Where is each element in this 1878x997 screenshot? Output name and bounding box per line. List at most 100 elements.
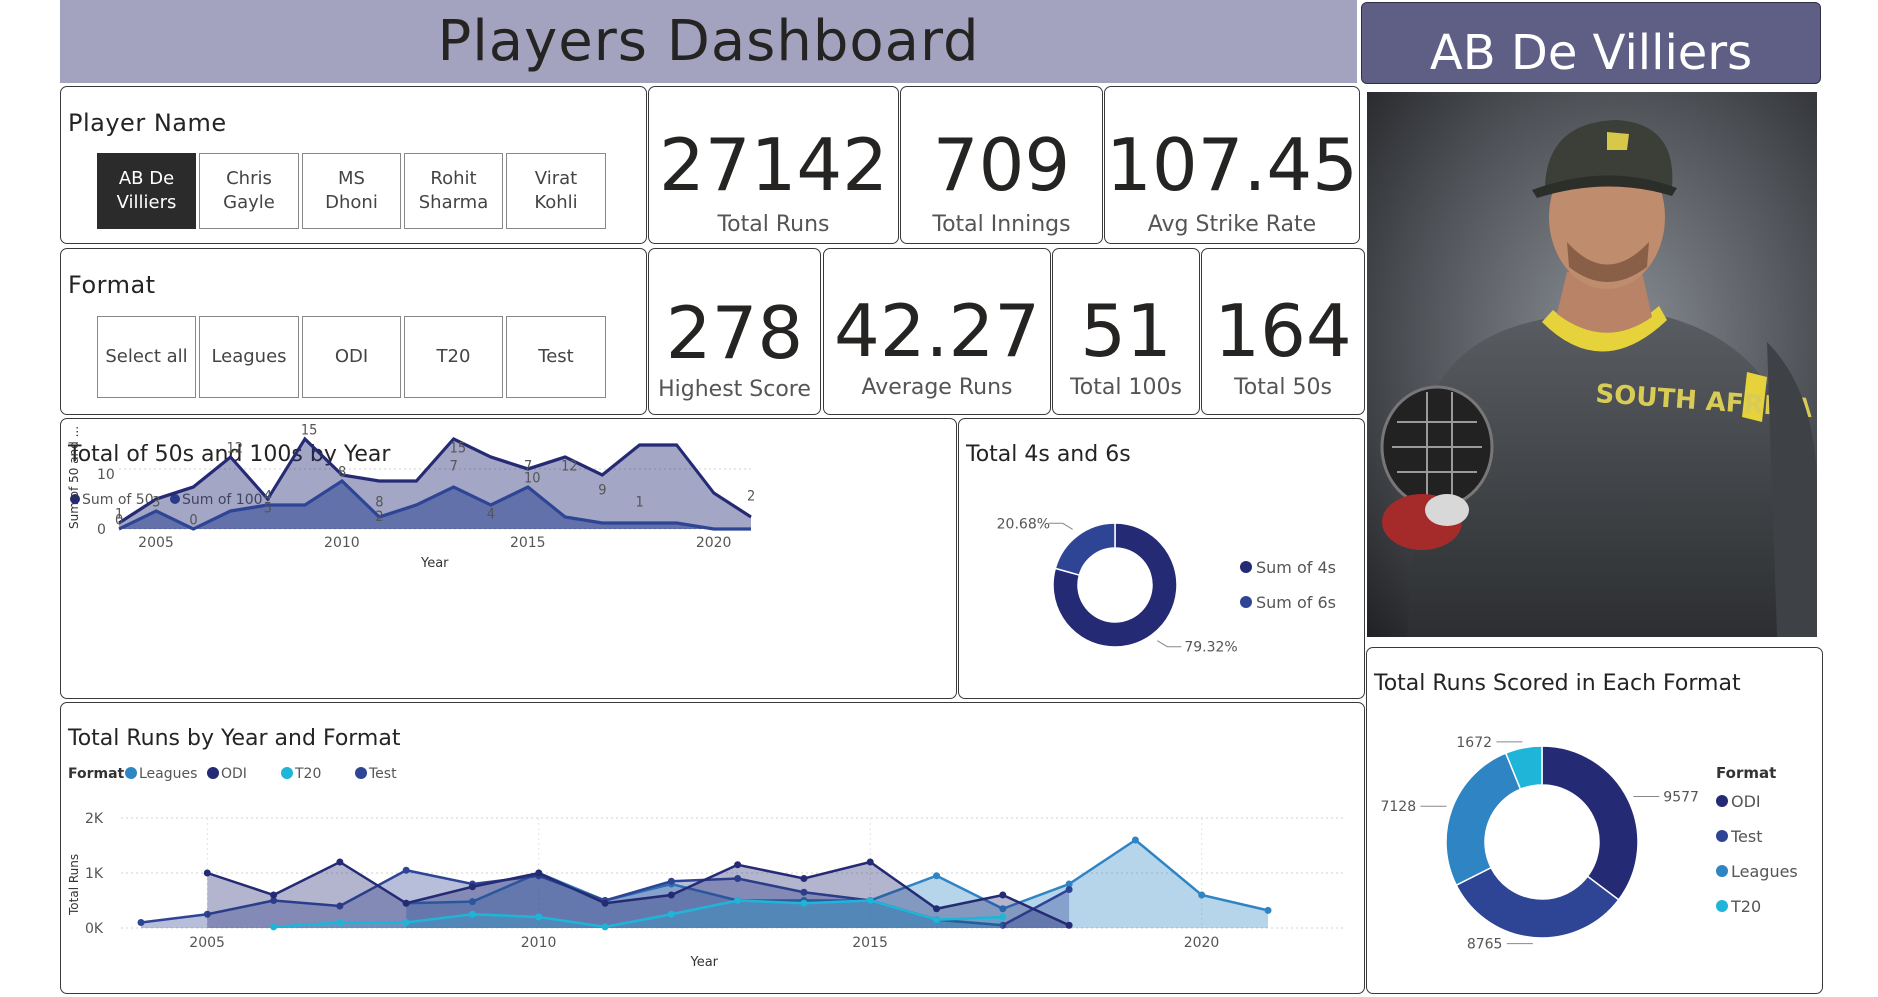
- x-tick-label: 2015: [852, 935, 888, 951]
- legend-label: Sum of 4s: [1256, 558, 1336, 577]
- slice-odi: [1541, 745, 1639, 901]
- legend-marker: [1716, 830, 1728, 842]
- data-label: 7: [450, 458, 458, 475]
- chart-title: Total Runs by Year and Format: [67, 726, 401, 751]
- data-point-t20: [866, 897, 874, 904]
- x-axis-label: Year: [420, 556, 449, 571]
- data-point-odi: [468, 883, 476, 891]
- slice-leader-line: [1157, 640, 1182, 648]
- data-point-odi: [1065, 921, 1073, 929]
- format-slicer-panel: Format Select all Leagues ODI T20 Test: [60, 248, 647, 415]
- player-option-ab-de-villiers[interactable]: AB De Villiers: [97, 153, 196, 229]
- legend-label: T20: [1730, 897, 1761, 916]
- fifties-hundreds-panel: Total of 50s and 100s by Year Sum of 50 S…: [60, 418, 957, 699]
- page-title: Players Dashboard: [437, 9, 980, 74]
- fifties-hundreds-chart: Total of 50s and 100s by Year Sum of 50 S…: [67, 422, 755, 571]
- fours-sixes-chart: Total 4s and 6s 79.32% 20.68% Sum of 4s Su…: [965, 442, 1336, 656]
- data-label: 9: [598, 482, 606, 499]
- kpi-total-runs: 27142 Total Runs: [648, 86, 899, 244]
- data-point-t20: [667, 910, 675, 918]
- slice-label: 7128: [1380, 799, 1416, 815]
- data-label: 5: [264, 500, 272, 517]
- slice-label: 9577: [1663, 790, 1699, 806]
- data-point-leagues: [1131, 836, 1139, 844]
- data-label: 8: [338, 464, 346, 481]
- player-slicer-panel: Player Name AB De Villiers Chris Gayle M…: [60, 86, 647, 244]
- player-option-rohit-sharma[interactable]: Rohit Sharma: [404, 153, 503, 229]
- data-point-odi: [734, 861, 742, 869]
- format-option-select-all[interactable]: Select all: [97, 316, 196, 398]
- y-tick-label: 2K: [85, 811, 104, 827]
- slice-label: 1672: [1456, 735, 1492, 751]
- chart-title: Total Runs Scored in Each Format: [1373, 671, 1741, 696]
- kpi-total-50s-label: Total 50s: [1234, 375, 1332, 400]
- x-tick-label: 2005: [189, 935, 225, 951]
- slice-leader-line: [1048, 522, 1073, 530]
- x-tick-label: 2015: [510, 535, 546, 551]
- data-label: 15: [301, 422, 318, 439]
- data-point-t20: [270, 923, 278, 931]
- data-point-leagues: [933, 872, 941, 880]
- data-point-t20: [601, 923, 609, 931]
- player-name-card: AB De Villiers: [1361, 2, 1821, 84]
- kpi-total-50s-value: 164: [1214, 289, 1352, 373]
- data-point-odi: [402, 899, 410, 907]
- runs-by-year-chart: Total Runs by Year and Format Format Leag…: [67, 726, 1346, 970]
- player-option-chris-gayle[interactable]: Chris Gayle: [199, 153, 299, 229]
- data-point-odi: [999, 891, 1007, 899]
- data-label: 12: [227, 440, 244, 457]
- slice-sum-of-6s: [1054, 522, 1116, 577]
- selected-player-name: AB De Villiers: [1429, 25, 1753, 81]
- data-point-test: [1065, 886, 1073, 893]
- data-point-t20: [468, 910, 476, 918]
- legend-label: Test: [368, 766, 397, 782]
- legend-label: Sum of 6s: [1256, 593, 1336, 612]
- x-tick-label: 2020: [1184, 935, 1220, 951]
- format-option-test[interactable]: Test: [506, 316, 606, 398]
- player-option-virat-kohli[interactable]: Virat Kohli: [506, 153, 606, 229]
- x-tick-label: 2020: [696, 535, 732, 551]
- legend-label: T20: [294, 766, 321, 782]
- kpi-highest-score: 278 Highest Score: [648, 248, 821, 415]
- player-option-ms-dhoni[interactable]: MS Dhoni: [302, 153, 401, 229]
- y-tick-label: 10: [97, 467, 115, 483]
- legend-marker: [1716, 900, 1728, 912]
- player-photo: SOUTH AFRICA: [1367, 92, 1817, 637]
- format-option-leagues[interactable]: Leagues: [199, 316, 299, 398]
- x-tick-label: 2010: [521, 935, 557, 951]
- data-label: 12: [561, 458, 578, 475]
- title-bar: Players Dashboard: [60, 0, 1357, 83]
- y-axis-label: Total Runs: [67, 854, 81, 916]
- y-tick-label: 1K: [85, 866, 104, 882]
- data-point-t20: [999, 913, 1007, 921]
- data-label: 15: [450, 440, 467, 457]
- data-point-odi: [667, 891, 675, 899]
- data-label: 4: [487, 506, 495, 523]
- data-point-t20: [535, 913, 543, 921]
- player-photo-illustration: SOUTH AFRICA: [1367, 92, 1817, 637]
- runs-by-format-panel: Total Runs Scored in Each Format 9577 876…: [1366, 647, 1823, 994]
- data-point-test: [402, 866, 410, 874]
- legend-marker: [125, 767, 137, 779]
- kpi-total-50s: 164 Total 50s: [1201, 248, 1365, 415]
- legend-label: ODI: [221, 766, 247, 782]
- legend-label: Leagues: [1731, 862, 1798, 881]
- data-point-odi: [800, 875, 808, 882]
- kpi-total-innings-label: Total Innings: [932, 212, 1071, 237]
- kpi-total-runs-label: Total Runs: [717, 212, 830, 237]
- legend-marker: [207, 767, 219, 779]
- format-option-odi[interactable]: ODI: [302, 316, 401, 398]
- data-point-leagues: [1264, 906, 1272, 914]
- kpi-average-runs-value: 42.27: [833, 289, 1041, 373]
- data-point-odi: [203, 869, 211, 877]
- kpi-avg-strike-rate-label: Avg Strike Rate: [1147, 212, 1317, 237]
- legend-title: Format: [1716, 764, 1776, 782]
- legend-label: ODI: [1731, 792, 1761, 811]
- data-label: 3: [152, 494, 160, 511]
- data-label: 10: [524, 470, 541, 487]
- data-label: 1: [635, 494, 643, 511]
- data-point-odi: [601, 899, 609, 907]
- y-axis-label: Sum of 50 and ...: [67, 426, 81, 529]
- format-option-t20[interactable]: T20: [404, 316, 503, 398]
- legend-marker: [281, 767, 293, 779]
